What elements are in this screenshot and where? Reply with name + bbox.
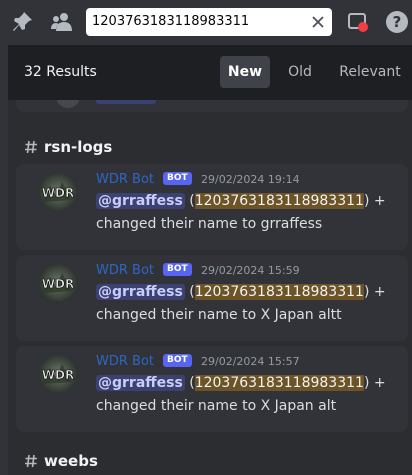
author-name[interactable]: WDR Bot — [96, 263, 154, 278]
avatar — [56, 100, 80, 108]
author-name[interactable]: WDR Bot — [96, 172, 154, 187]
search-highlight: 1203763183118983311 — [194, 375, 364, 391]
timestamp: 29/02/2024 15:57 — [201, 355, 300, 368]
channel-name: rsn-logs — [44, 138, 113, 156]
hash-icon — [25, 140, 37, 154]
paren-close: ) + — [363, 284, 386, 300]
paren-open: ( — [189, 284, 195, 300]
paren-close: ) + — [363, 375, 386, 391]
author-name[interactable]: WDR Bot — [96, 354, 154, 369]
timestamp: 29/02/2024 19:14 — [201, 173, 300, 186]
user-mention[interactable]: @grraffess — [96, 375, 185, 391]
result-card[interactable]: WDR WDR Bot BOT 29/02/2024 15:57 @grraff… — [16, 346, 408, 432]
result-card[interactable]: WDR WDR Bot BOT 29/02/2024 19:14 @grraff… — [16, 164, 408, 250]
message-line: changed their name to X Japan alt — [96, 398, 337, 414]
avatar[interactable]: WDR — [38, 172, 78, 212]
message-line: @grraffess (1203763183118983311) + — [96, 284, 386, 300]
paren-close: ) + — [363, 193, 386, 209]
sort-tab-relevant[interactable]: Relevant — [334, 56, 406, 88]
message-line: changed their name to grraffess — [96, 216, 323, 232]
bot-badge: BOT — [163, 263, 192, 276]
search-results-panel: 32 Results New Old Relevant rsn-logs WDR… — [8, 45, 412, 475]
message-line: @grraffess (1203763183118983311) + — [96, 193, 386, 209]
svg-text:?: ? — [393, 13, 402, 31]
avatar[interactable]: WDR — [38, 354, 78, 394]
bot-badge: BOT — [163, 354, 192, 367]
sort-tab-new[interactable]: New — [220, 56, 270, 88]
paren-open: ( — [189, 375, 195, 391]
sort-tab-old[interactable]: Old — [278, 56, 322, 88]
result-card[interactable]: WDR WDR Bot BOT 29/02/2024 15:59 @grraff… — [16, 255, 408, 341]
search-box[interactable]: 1203763183118983311 — [86, 8, 332, 36]
top-bar: 1203763183118983311 ? — [0, 0, 412, 45]
channel-header[interactable]: rsn-logs — [24, 138, 112, 156]
message-line: changed their name to X Japan altt — [96, 307, 342, 323]
search-highlight: 1203763183118983311 — [194, 193, 364, 209]
user-mention[interactable]: @grraffess — [96, 193, 185, 209]
svg-text:WDR: WDR — [42, 277, 74, 291]
pin-icon[interactable] — [10, 10, 34, 34]
channel-name: weebs — [44, 452, 98, 470]
svg-text:WDR: WDR — [42, 186, 74, 200]
help-icon[interactable]: ? — [385, 10, 409, 34]
hash-icon — [25, 454, 37, 468]
svg-text:WDR: WDR — [42, 368, 74, 382]
mention-pill — [96, 100, 156, 104]
results-header: 32 Results New Old Relevant — [8, 45, 412, 100]
message-line: @grraffess (1203763183118983311) + — [96, 375, 386, 391]
search-input[interactable]: 1203763183118983311 — [92, 14, 249, 29]
avatar[interactable]: WDR — [38, 263, 78, 303]
members-icon[interactable] — [50, 10, 74, 34]
user-mention[interactable]: @grraffess — [96, 284, 185, 300]
inbox-icon[interactable] — [346, 10, 370, 34]
paren-open: ( — [189, 193, 195, 209]
channel-header[interactable]: weebs — [24, 452, 98, 470]
search-highlight: 1203763183118983311 — [194, 284, 364, 300]
bot-badge: BOT — [163, 172, 192, 185]
previous-result-card[interactable] — [16, 100, 408, 112]
timestamp: 29/02/2024 15:59 — [201, 264, 300, 277]
results-count: 32 Results — [24, 64, 97, 80]
close-icon[interactable] — [310, 14, 326, 30]
